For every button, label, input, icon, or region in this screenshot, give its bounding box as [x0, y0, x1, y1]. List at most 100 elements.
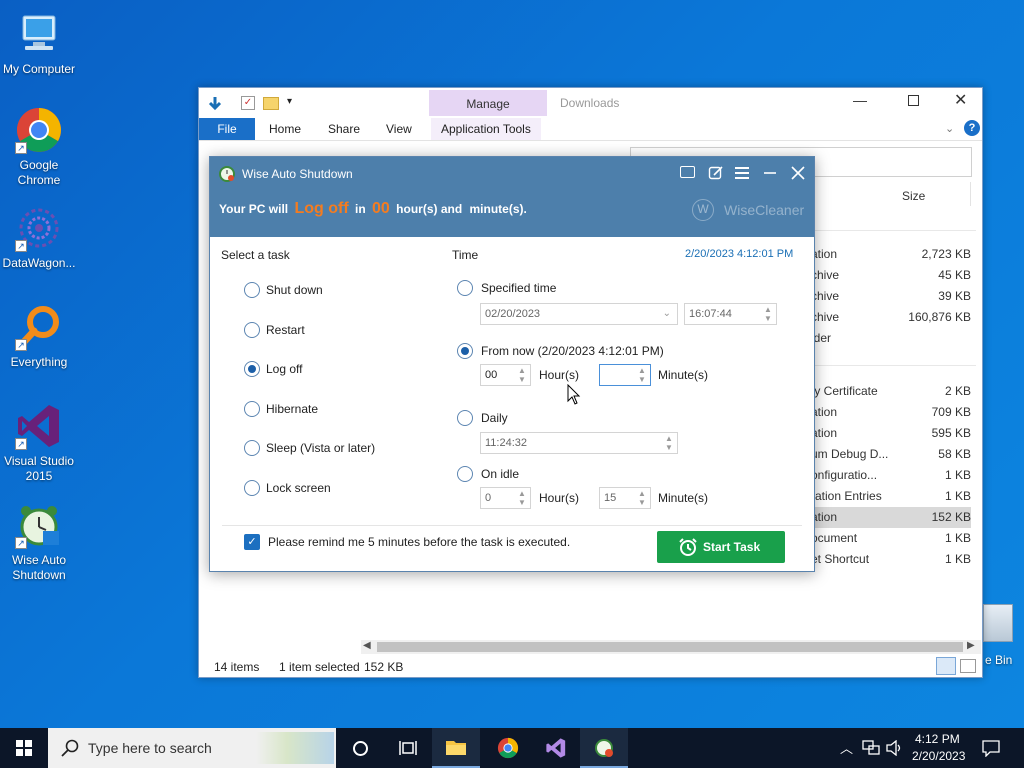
feedback-icon[interactable] — [680, 166, 695, 178]
on-idle-hours-field[interactable]: 0 ▲ ▼ — [480, 487, 531, 509]
edit-icon[interactable] — [708, 165, 724, 181]
tab-share[interactable]: Share — [318, 118, 370, 140]
tab-application-tools[interactable]: Application Tools — [431, 118, 541, 140]
task-label: Log off — [266, 362, 303, 376]
file-row[interactable]: et Shortcut 1 KB — [811, 549, 971, 570]
task-radio[interactable] — [244, 480, 260, 496]
time-spinner-icon[interactable]: ▲ ▼ — [762, 305, 774, 323]
file-row[interactable]: ation 595 KB — [811, 423, 971, 444]
hours-spinner-icon[interactable]: ▲ ▼ — [516, 366, 528, 384]
tab-home[interactable]: Home — [259, 118, 311, 140]
details-view-icon[interactable] — [936, 657, 956, 675]
desktop-icon-datawagon[interactable]: ↗ DataWagon... — [0, 204, 78, 271]
cortana-button[interactable] — [336, 728, 384, 768]
show-hidden-icons-icon[interactable]: ︿ — [840, 738, 853, 757]
close-icon[interactable] — [791, 166, 805, 180]
desktop-icon-recycle-bin[interactable]: e Bin — [983, 604, 1024, 674]
on-idle-minutes-field[interactable]: 15 ▲ ▼ — [599, 487, 651, 509]
file-size: 39 KB — [938, 289, 971, 303]
download-arrow-icon[interactable] — [207, 96, 223, 112]
taskbar-wise-auto-shutdown[interactable] — [580, 728, 628, 768]
folder-icon[interactable] — [263, 97, 279, 110]
header-row-line — [811, 230, 976, 231]
task-radio[interactable] — [244, 401, 260, 417]
start-task-button[interactable]: Start Task — [657, 531, 785, 563]
tab-view[interactable]: View — [376, 118, 422, 140]
taskbar-chrome[interactable] — [484, 728, 532, 768]
qat-dropdown-icon[interactable]: ▾ — [287, 96, 292, 107]
large-icons-view-icon[interactable] — [960, 659, 976, 673]
wise-auto-shutdown-dialog[interactable]: Wise Auto Shutdown Your PC will Log off … — [209, 156, 815, 572]
idle-minutes-spinner-icon[interactable]: ▲ ▼ — [636, 489, 648, 507]
minimize-icon[interactable] — [763, 166, 777, 180]
network-icon[interactable] — [862, 740, 880, 756]
from-now-minutes-field[interactable]: ▲ ▼ — [599, 364, 651, 386]
specified-time-radio[interactable] — [457, 280, 473, 296]
file-row[interactable]: ration Entries 1 KB — [811, 486, 971, 507]
daily-radio[interactable] — [457, 410, 473, 426]
scroll-left-icon[interactable]: ◀ — [363, 640, 371, 651]
file-row[interactable]: lder — [811, 328, 971, 349]
minutes-spinner-icon[interactable]: ▲ ▼ — [636, 366, 648, 384]
desktop-icon-my-computer[interactable]: My Computer — [0, 10, 78, 77]
close-button[interactable]: ✕ — [954, 90, 967, 110]
specified-time-field[interactable]: 16:07:44 ▲ ▼ — [684, 303, 777, 325]
tab-file[interactable]: File — [199, 118, 255, 140]
maximize-button[interactable] — [908, 95, 919, 106]
file-row[interactable]: ation 2,723 KB — [811, 244, 971, 265]
file-size: 1 KB — [944, 552, 971, 566]
file-row[interactable]: chive 39 KB — [811, 286, 971, 307]
file-row[interactable]: chive 45 KB — [811, 265, 971, 286]
desktop-icon-label: Visual Studio 2015 — [4, 454, 74, 483]
from-now-hours-field[interactable]: 00 ▲ ▼ — [480, 364, 531, 386]
file-row[interactable]: ocument 1 KB — [811, 528, 971, 549]
desktop-icon-wise-auto-shutdown[interactable]: ↗ Wise Auto Shutdown — [0, 501, 78, 583]
taskbar-file-explorer[interactable] — [432, 728, 480, 768]
on-idle-radio[interactable] — [457, 466, 473, 482]
daily-time-field[interactable]: 11:24:32 ▲ ▼ — [480, 432, 678, 454]
clock-date[interactable]: 2/20/2023 — [912, 749, 965, 763]
properties-icon[interactable]: ✓ — [241, 96, 255, 110]
chevron-down-icon[interactable]: ⌄ — [663, 304, 671, 324]
desktop-icon-everything[interactable]: ↗ Everything — [0, 303, 78, 370]
task-radio[interactable] — [244, 282, 260, 298]
desktop-icon-chrome[interactable]: ↗ Google Chrome — [0, 106, 78, 188]
ribbon-expand-icon[interactable]: ⌄ — [945, 122, 954, 135]
dialog-title: Wise Auto Shutdown — [242, 167, 353, 181]
remind-checkbox[interactable]: ✓ — [244, 534, 260, 550]
menu-icon[interactable] — [735, 166, 749, 180]
file-row[interactable]: chive 160,876 KB — [811, 307, 971, 328]
idle-hours-spinner-icon[interactable]: ▲ ▼ — [516, 489, 528, 507]
daily-spinner-icon[interactable]: ▲ ▼ — [663, 434, 675, 452]
task-radio[interactable] — [244, 322, 260, 338]
horizontal-scrollbar[interactable]: ◀ ▶ — [361, 640, 981, 654]
size-column-header[interactable]: Size — [902, 189, 925, 203]
headline-prefix: Your PC will — [219, 202, 289, 216]
scrollbar-thumb[interactable] — [377, 642, 963, 652]
file-row[interactable]: ty Certificate 2 KB — [811, 381, 971, 402]
minimize-button[interactable]: — — [853, 92, 867, 108]
taskbar-search-box[interactable]: Type here to search — [48, 728, 336, 768]
file-row[interactable]: onfiguratio... 1 KB — [811, 465, 971, 486]
volume-icon[interactable] — [886, 740, 904, 756]
desktop-icon-visual-studio[interactable]: ↗ Visual Studio 2015 — [0, 402, 78, 484]
taskbar-visual-studio[interactable] — [532, 728, 580, 768]
help-icon[interactable]: ? — [964, 120, 980, 136]
desktop-icon-label: Google Chrome — [17, 158, 61, 187]
task-view-button[interactable] — [384, 728, 432, 768]
task-radio[interactable] — [244, 440, 260, 456]
task-radio[interactable] — [244, 361, 260, 377]
specified-date-field[interactable]: 02/20/2023 ⌄ — [480, 303, 678, 325]
start-task-label: Start Task — [703, 540, 761, 554]
scroll-right-icon[interactable]: ▶ — [967, 640, 975, 651]
file-row[interactable]: ation 709 KB — [811, 402, 971, 423]
start-button[interactable] — [0, 728, 48, 768]
manage-context-tab[interactable]: Manage — [429, 90, 547, 116]
notifications-icon[interactable] — [982, 739, 1000, 757]
file-row[interactable]: ation 152 KB — [811, 507, 971, 528]
clock-time[interactable]: 4:12 PM — [915, 732, 960, 746]
window-title: Downloads — [560, 96, 620, 110]
from-now-radio[interactable] — [457, 343, 473, 359]
file-row[interactable]: um Debug D... 58 KB — [811, 444, 971, 465]
cortana-circle-icon — [352, 740, 368, 756]
